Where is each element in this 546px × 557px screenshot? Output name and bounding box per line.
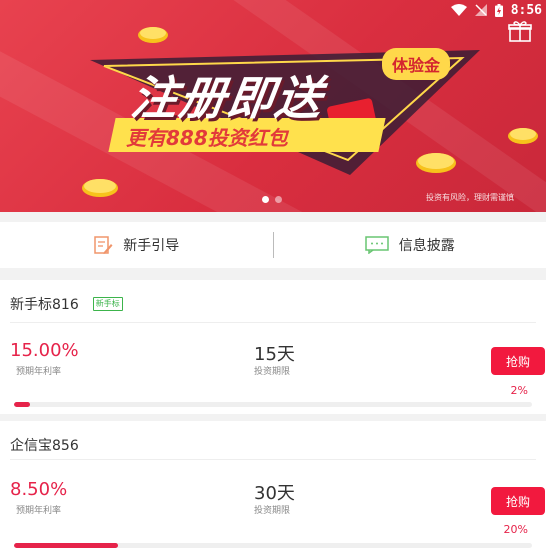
product-name: 企信宝856 — [10, 438, 79, 454]
buy-button[interactable]: 抢购 — [491, 487, 545, 515]
progress-percent: 20% — [503, 523, 528, 536]
promo-banner[interactable]: ¥ 更有888投资红包 注册即送 体验金 投资有风险，理财需谨慎 8:56 — [0, 0, 546, 212]
document-edit-icon — [94, 236, 113, 254]
investment-term: 15天 — [254, 344, 295, 365]
divider — [10, 322, 536, 323]
expected-rate: 15.00% — [10, 340, 79, 361]
progress-fill — [14, 402, 30, 407]
wifi-icon — [450, 4, 467, 16]
product-name: 新手标816 — [10, 297, 79, 313]
divider — [10, 459, 536, 460]
status-bar: 8:56 — [450, 0, 546, 20]
banner-gold-badge: 体验金 — [382, 48, 451, 80]
product-card[interactable]: 企信宝856 8.50% 预期年利率 30天 投资期限 抢购 20% — [0, 421, 546, 557]
progress-bar — [14, 543, 532, 548]
expected-rate-label: 预期年利率 — [16, 506, 62, 516]
expected-rate: 8.50% — [10, 479, 68, 500]
nav-guide-label: 新手引导 — [123, 238, 180, 254]
coin-icon — [416, 153, 456, 173]
buy-button[interactable]: 抢购 — [491, 347, 545, 375]
message-icon — [365, 236, 389, 254]
gift-icon[interactable] — [508, 20, 532, 42]
status-time: 8:56 — [510, 2, 542, 18]
investment-term: 30天 — [254, 483, 295, 504]
banner-disclaimer: 投资有风险，理财需谨慎 — [426, 193, 514, 202]
investment-term-label: 投资期限 — [254, 506, 291, 516]
quick-nav: 新手引导 信息披露 — [0, 222, 546, 268]
coin-icon — [508, 128, 538, 144]
newbie-tag-badge: 新手标 — [92, 297, 123, 311]
nav-disclosure[interactable]: 信息披露 — [274, 222, 546, 268]
carousel-dot[interactable] — [275, 196, 282, 203]
progress-fill — [14, 543, 118, 548]
banner-headline: 注册即送 — [127, 71, 328, 125]
investment-term-label: 投资期限 — [254, 367, 291, 377]
battery-charging-icon — [494, 3, 503, 17]
nav-guide[interactable]: 新手引导 — [0, 222, 273, 268]
coin-icon — [138, 27, 168, 43]
carousel-dot-active[interactable] — [262, 196, 269, 203]
no-signal-icon — [474, 4, 487, 16]
coin-icon — [82, 179, 118, 197]
product-card[interactable]: 新手标816 新手标 15.00% 预期年利率 15天 投资期限 抢购 2% — [0, 280, 546, 414]
progress-bar — [14, 402, 532, 407]
carousel-indicator — [262, 196, 282, 203]
expected-rate-label: 预期年利率 — [16, 367, 62, 377]
nav-disclosure-label: 信息披露 — [398, 238, 455, 254]
progress-percent: 2% — [510, 384, 528, 397]
